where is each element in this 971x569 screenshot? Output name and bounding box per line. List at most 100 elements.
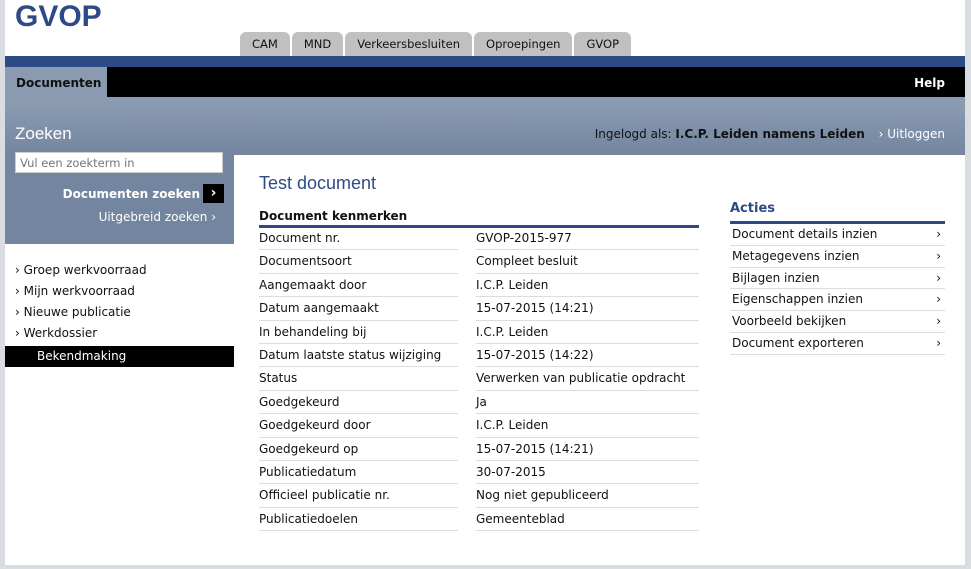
chevron-right-icon: › [936, 314, 941, 329]
row-value: Gemeenteblad [476, 508, 699, 532]
action-item[interactable]: Eigenschappen inzien › [730, 289, 945, 312]
row-value: 15-07-2015 (14:22) [476, 344, 699, 368]
row-value: GVOP-2015-977 [476, 227, 699, 251]
action-item[interactable]: Bijlagen inzien › [730, 268, 945, 290]
row-value: 30-07-2015 [476, 461, 699, 485]
page: GVOP CAM MND Verkeersbesluiten Oproeping… [5, 0, 965, 565]
action-item[interactable]: Document details inzien › [730, 224, 945, 246]
login-label: Ingelogd als: [594, 127, 672, 141]
advanced-search-label: Uitgebreid zoeken [98, 210, 208, 224]
action-label: Eigenschappen inzien [732, 292, 863, 307]
sidebar-item-label: Mijn werkvoorraad [23, 284, 135, 298]
tab-cam[interactable]: CAM [240, 32, 290, 56]
row-value: Verwerken van publicatie opdracht [476, 367, 699, 391]
acties-title: Acties [730, 201, 945, 224]
chevron-right-icon: › [936, 292, 941, 307]
table-row: Document nr. GVOP-2015-977 [259, 227, 699, 251]
row-value: 15-07-2015 (14:21) [476, 438, 699, 461]
logout-link[interactable]: › Uitloggen [879, 127, 945, 141]
tab-verkeersbesluiten[interactable]: Verkeersbesluiten [345, 32, 473, 56]
chevron-right-icon: › [936, 270, 941, 285]
sidebar-item-werkdossier[interactable]: › Werkdossier [5, 325, 234, 346]
row-label: Goedgekeurd op [259, 438, 458, 461]
row-label: Status [259, 367, 458, 391]
row-label: Publicatiedoelen [259, 508, 458, 532]
action-item[interactable]: Metagegevens inzien › [730, 246, 945, 268]
action-label: Voorbeeld bekijken [732, 314, 847, 329]
row-value: Compleet besluit [476, 250, 699, 274]
action-item[interactable]: Voorbeeld bekijken › [730, 311, 945, 333]
row-label: Publicatiedatum [259, 461, 458, 485]
acties-panel: Acties Document details inzien › Metagegev… [730, 201, 945, 355]
search-button-label: Documenten zoeken [62, 186, 200, 201]
sidebar-item-nieuwe-publicatie[interactable]: › Nieuwe publicatie [5, 304, 234, 325]
page-title: Test document [259, 173, 377, 193]
chevron-right-icon: › [203, 184, 224, 203]
header-band [5, 97, 965, 155]
nav-documenten[interactable]: Documenten [5, 67, 107, 97]
sidebar-item-groep-werkvoorraad[interactable]: › Groep werkvoorraad [5, 262, 234, 283]
row-value: Nog niet gepubliceerd [476, 484, 699, 508]
search-panel: Documenten zoeken › Uitgebreid zoeken › [5, 152, 234, 244]
row-label: Document nr. [259, 227, 458, 251]
login-info: Ingelogd als: I.C.P. Leiden namens Leide… [595, 127, 945, 141]
chevron-right-icon: › [936, 335, 941, 350]
advanced-search-link[interactable]: Uitgebreid zoeken › [99, 210, 216, 224]
table-row: In behandeling bij I.C.P. Leiden [259, 321, 699, 344]
blue-bar [5, 56, 965, 67]
search-button[interactable]: Documenten zoeken › [63, 184, 224, 203]
action-item[interactable]: Document exporteren › [730, 333, 945, 355]
row-label: Goedgekeurd door [259, 414, 458, 438]
sidebar-nav: › Groep werkvoorraad › Mijn werkvoorraad… [5, 262, 234, 367]
table-row: Datum laatste status wijziging 15-07-2015… [259, 344, 699, 368]
chevron-right-icon: › [936, 227, 941, 241]
login-user: I.C.P. Leiden namens Leiden [675, 127, 865, 141]
action-label: Document details inzien [732, 227, 878, 241]
row-label: Datum aangemaakt [259, 297, 458, 321]
tab-oproepingen[interactable]: Oproepingen [474, 32, 573, 56]
sidebar-item-mijn-werkvoorraad[interactable]: › Mijn werkvoorraad [5, 283, 234, 304]
sidebar-item-label: Nieuwe publicatie [23, 305, 131, 319]
row-value: Ja [476, 391, 699, 415]
row-value: I.C.P. Leiden [476, 321, 699, 344]
nav-bar [5, 67, 965, 97]
chevron-right-icon: › [878, 127, 884, 141]
chevron-right-icon: › [936, 248, 941, 263]
row-label: In behandeling bij [259, 321, 458, 344]
table-row: Documentsoort Compleet besluit [259, 250, 699, 274]
row-value: I.C.P. Leiden [476, 274, 699, 298]
table-row: Publicatiedoelen Gemeenteblad [259, 508, 699, 532]
row-value: 15-07-2015 (14:21) [476, 297, 699, 321]
row-value: I.C.P. Leiden [476, 414, 699, 438]
sidebar-item-label: Groep werkvoorraad [23, 263, 147, 277]
table-row: Goedgekeurd op 15-07-2015 (14:21) [259, 438, 699, 461]
table-row: Goedgekeurd door I.C.P. Leiden [259, 414, 699, 438]
table-row: Officieel publicatie nr. Nog niet gepubli… [259, 484, 699, 508]
search-heading: Zoeken [15, 124, 72, 143]
kenmerken-table: Document nr. GVOP-2015-977 Documentsoort Co… [259, 227, 699, 532]
table-row: Publicatiedatum 30-07-2015 [259, 461, 699, 485]
row-label: Documentsoort [259, 250, 458, 274]
help-link[interactable]: Help [914, 67, 945, 99]
row-label: Goedgekeurd [259, 391, 458, 415]
table-row: Status Verwerken van publicatie opdracht [259, 367, 699, 391]
sidebar-item-bekendmaking[interactable]: Bekendmaking [5, 346, 234, 367]
row-label: Datum laatste status wijziging [259, 344, 458, 368]
table-row: Goedgekeurd Ja [259, 391, 699, 415]
table-row: Aangemaakt door I.C.P. Leiden [259, 274, 699, 298]
action-label: Document exporteren [732, 335, 864, 350]
logo: GVOP [15, 0, 102, 33]
row-label: Aangemaakt door [259, 274, 458, 298]
kenmerken-header: Document kenmerken [259, 209, 699, 228]
logout-label: Uitloggen [887, 127, 945, 141]
action-label: Bijlagen inzien [732, 270, 820, 285]
sidebar-item-label: Werkdossier [23, 326, 98, 340]
search-input[interactable] [15, 152, 223, 173]
action-label: Metagegevens inzien [732, 248, 860, 263]
chevron-right-icon: › [211, 210, 216, 224]
row-label: Officieel publicatie nr. [259, 484, 458, 508]
app-tabs: CAM MND Verkeersbesluiten Oproepingen GV… [240, 32, 632, 56]
tab-mnd[interactable]: MND [291, 32, 344, 56]
tab-gvop[interactable]: GVOP [574, 32, 632, 56]
table-row: Datum aangemaakt 15-07-2015 (14:21) [259, 297, 699, 321]
